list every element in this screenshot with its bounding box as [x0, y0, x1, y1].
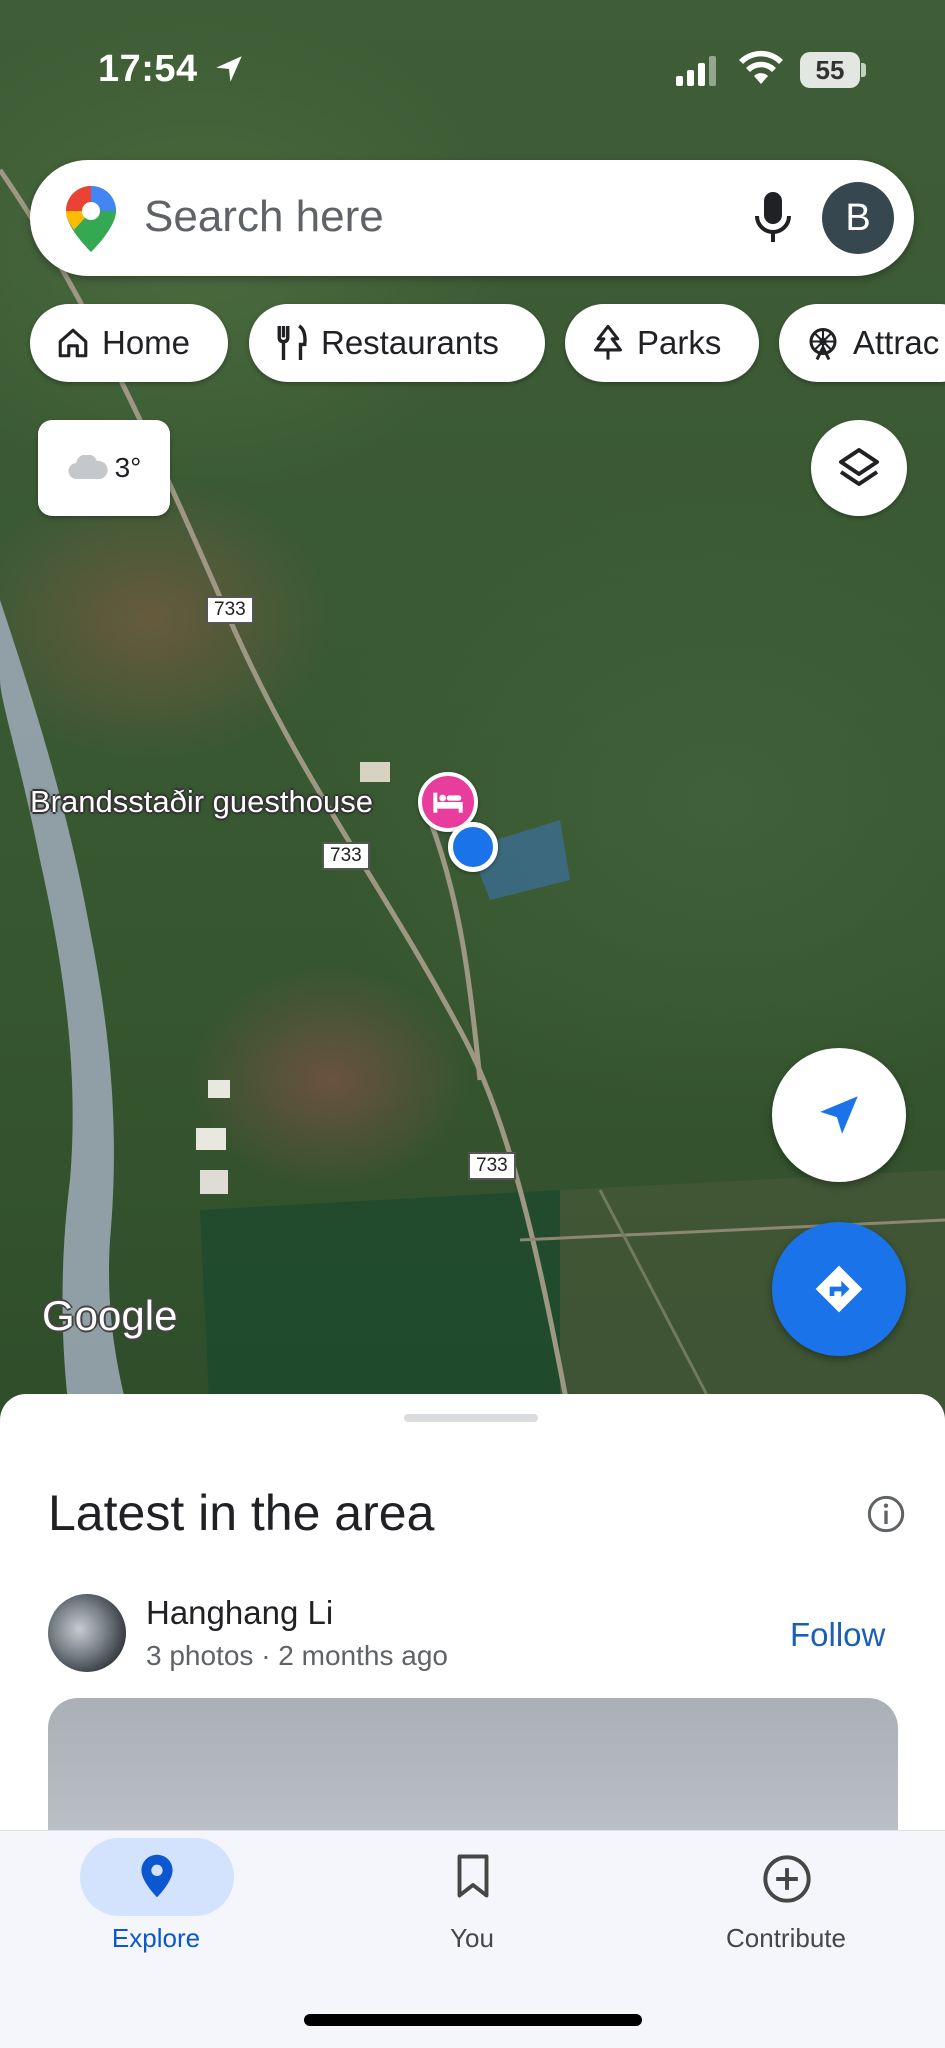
ferris-wheel-icon: [809, 328, 837, 361]
chip-label: Home: [102, 324, 191, 361]
author-name[interactable]: Hanghang Li: [146, 1594, 333, 1632]
chip-label: Restaurants: [321, 324, 499, 361]
nav-label: Contribute: [726, 1923, 846, 1953]
nav-label: You: [450, 1923, 494, 1953]
location-pin-icon: [141, 1854, 173, 1898]
sheet-title: Latest in the area: [48, 1485, 435, 1541]
bookmark-icon: [457, 1854, 489, 1898]
directions-icon: [815, 1265, 863, 1313]
search-input[interactable]: Search here: [144, 192, 384, 242]
layers-button[interactable]: [811, 420, 907, 516]
google-maps-pin-icon: [66, 186, 116, 252]
battery-tip: [861, 63, 866, 77]
sheet-drag-handle[interactable]: [404, 1414, 538, 1422]
home-icon: [58, 328, 88, 358]
route-number-label: 733: [206, 596, 254, 624]
bed-icon: [433, 792, 463, 813]
fork-knife-icon: [277, 324, 307, 360]
nav-contribute[interactable]: Contribute: [636, 1831, 936, 1971]
nav-label: Explore: [111, 1923, 201, 1953]
place-name-label[interactable]: Brandsstaðir guesthouse: [30, 784, 373, 820]
info-icon[interactable]: [866, 1494, 906, 1534]
bottom-sheet[interactable]: Latest in the area Hanghang Li 3 photos …: [0, 1394, 945, 1878]
account-avatar[interactable]: B: [822, 182, 894, 254]
chip-label: Attrac: [853, 324, 940, 361]
chip-label: Parks: [637, 324, 722, 361]
add-circle-icon: [763, 1855, 811, 1903]
follow-button[interactable]: Follow: [790, 1616, 885, 1654]
map-view[interactable]: 17:54 55 Search here B Home Restaurants …: [0, 0, 945, 1420]
location-arrow-icon: [216, 56, 242, 82]
status-bar: 17:54 55: [0, 0, 945, 140]
google-attribution: Google: [42, 1292, 178, 1339]
recenter-button[interactable]: [772, 1048, 906, 1182]
tree-icon: [594, 325, 622, 360]
battery-indicator: 55: [800, 52, 860, 88]
route-number-label: 733: [468, 1152, 516, 1180]
post-meta: 3 photos · 2 months ago: [146, 1640, 448, 1671]
nav-explore[interactable]: Explore: [0, 1831, 300, 1971]
navigation-arrow-icon: [820, 1096, 858, 1134]
nav-you[interactable]: You: [322, 1831, 622, 1971]
layers-icon: [839, 448, 879, 486]
wifi-icon: [739, 50, 783, 84]
current-location-dot: [448, 822, 498, 872]
cloud-icon: [68, 455, 108, 480]
author-avatar[interactable]: [48, 1594, 126, 1672]
chip-attractions[interactable]: Attrac: [779, 304, 945, 382]
signal-icon: [676, 56, 716, 86]
microphone-icon[interactable]: [752, 190, 794, 246]
home-indicator[interactable]: [304, 2014, 642, 2026]
chip-parks[interactable]: Parks: [565, 304, 759, 382]
search-bar[interactable]: Search here B: [30, 160, 914, 276]
weather-temperature: 3°: [114, 452, 142, 483]
status-time: 17:54: [98, 48, 198, 90]
route-number-label: 733: [322, 842, 370, 870]
chip-home[interactable]: Home: [30, 304, 228, 382]
chip-restaurants[interactable]: Restaurants: [249, 304, 545, 382]
category-chips: Home Restaurants Parks Attrac: [0, 304, 945, 384]
weather-badge[interactable]: 3°: [38, 420, 170, 516]
directions-button[interactable]: [772, 1222, 906, 1356]
